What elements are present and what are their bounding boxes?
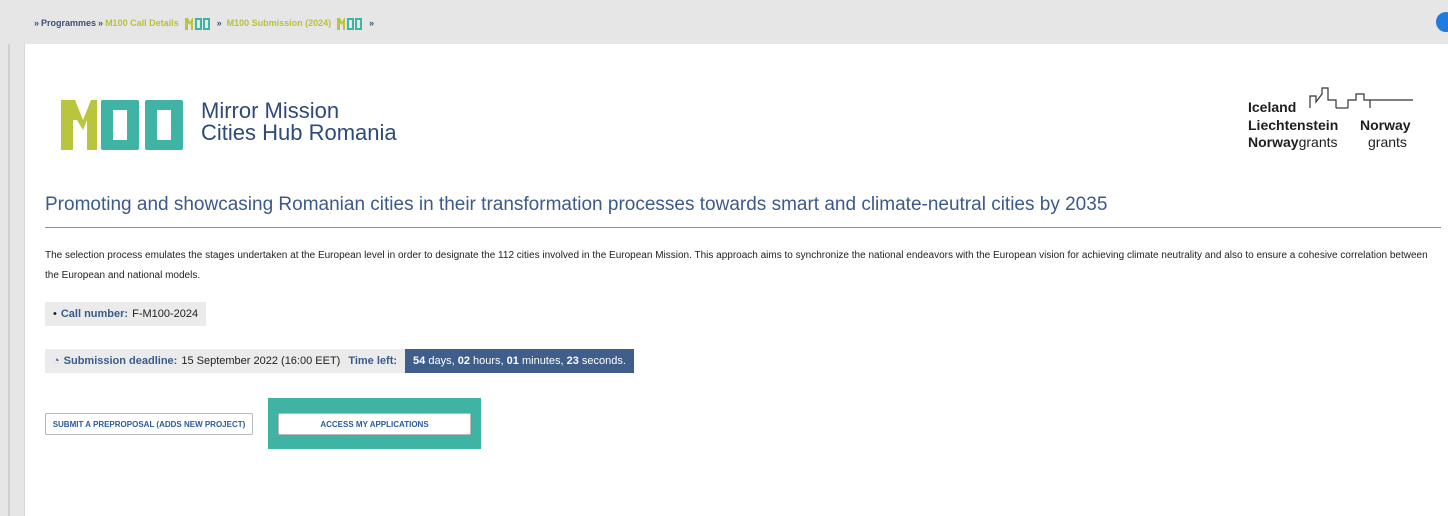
call-description: The selection process emulates the stage… [45, 250, 1428, 281]
breadcrumb-separator: » [98, 18, 104, 28]
submit-preproposal-button[interactable]: SUBMIT A PREPROPOSAL (ADDS NEW PROJECT) [45, 413, 253, 435]
grants-iceland: Iceland [1248, 99, 1297, 115]
m100-mini-logo-icon [184, 17, 211, 30]
bullet: • [53, 308, 57, 320]
seconds-unit: seconds. [581, 355, 626, 367]
logo-line-1: Mirror Mission [201, 98, 340, 123]
m100-mini-logo-icon [337, 17, 363, 30]
clock-icon: ◔ [53, 355, 60, 367]
time-left-label: Time left: [348, 355, 398, 367]
call-number-pill: • Call number: F-M100-2024 [45, 302, 207, 326]
access-my-applications-button[interactable]: ACCESS MY APPLICATIONS [278, 413, 471, 435]
left-divider [8, 44, 10, 516]
eea-norway-grants-logo: Iceland Liechtenstein Norway Norwaygrant… [1248, 84, 1418, 154]
minutes-unit: minutes, [521, 355, 564, 367]
grants-norway-bold: Norway [1248, 134, 1299, 150]
deadline-pill: ◔ Submission deadline: 15 September 2022… [45, 349, 634, 373]
help-bubble-icon[interactable] [1436, 12, 1448, 32]
page-title: Promoting and showcasing Romanian cities… [45, 194, 1108, 215]
breadcrumb-separator: » [34, 18, 40, 28]
breadcrumb-bar: » Programmes » M100 Call Details » M100 … [0, 0, 1448, 44]
breadcrumb: » Programmes » M100 Call Details » M100 … [32, 15, 376, 31]
deadline-label: Submission deadline: [63, 355, 178, 367]
logo-wordmark: Mirror Mission Cities Hub Romania [201, 100, 397, 144]
days-unit: days, [428, 355, 455, 367]
grants-skyline-icon [1309, 87, 1413, 109]
grants-norway: Norway [1360, 117, 1411, 133]
call-number-value: F-M100-2024 [132, 308, 199, 320]
breadcrumb-programmes[interactable]: Programmes [41, 18, 96, 28]
call-details-card: Mirror Mission Cities Hub Romania Icelan… [24, 44, 1448, 516]
logo-line-2: Cities Hub Romania [201, 120, 397, 145]
grants-label-2: grants [1368, 134, 1407, 150]
countdown-timer: 54 days, 02 hours, 01 minutes, 23 second… [405, 349, 634, 373]
breadcrumb-separator: » [216, 18, 222, 28]
grants-liechtenstein: Liechtenstein [1248, 117, 1339, 133]
breadcrumb-separator: » [369, 18, 375, 28]
m100-logo-mark-icon [61, 94, 187, 150]
minutes-value: 01 [506, 355, 519, 367]
grants-label-1: grants [1298, 134, 1338, 150]
m100-logo: Mirror Mission Cities Hub Romania [61, 94, 397, 150]
deadline-value: 15 September 2022 (16:00 EET) [181, 355, 341, 367]
hours-value: 02 [457, 355, 470, 367]
breadcrumb-submission[interactable]: M100 Submission (2024) [227, 18, 332, 28]
hours-unit: hours, [473, 355, 504, 367]
days-value: 54 [413, 355, 426, 367]
breadcrumb-call-details[interactable]: M100 Call Details [105, 18, 179, 28]
call-number-label: Call number: [60, 308, 129, 320]
seconds-value: 23 [566, 355, 579, 367]
title-divider [45, 227, 1441, 228]
